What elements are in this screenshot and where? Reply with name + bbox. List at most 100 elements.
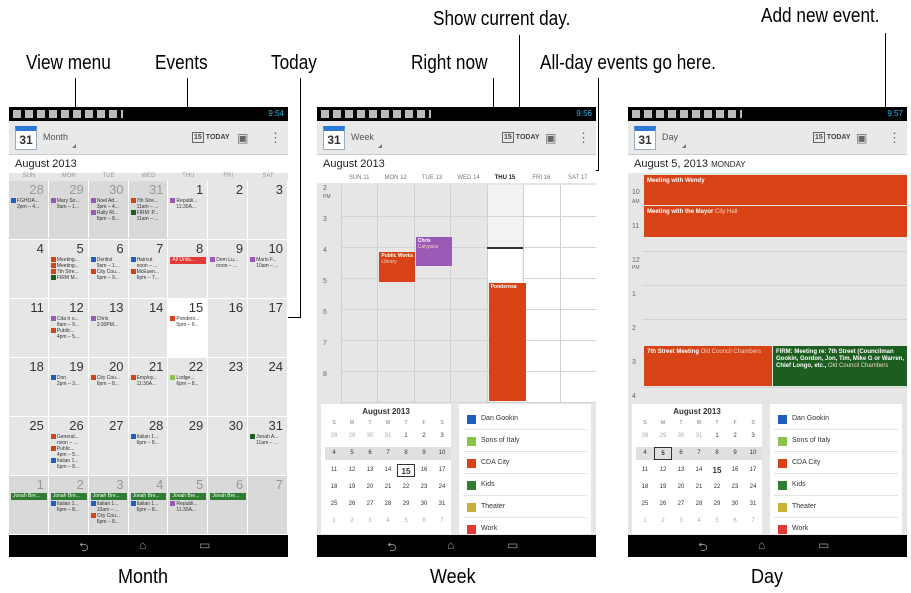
week-day-header[interactable]: SAT 17 — [560, 173, 596, 183]
mini-day[interactable]: 15 — [708, 464, 726, 477]
mini-day[interactable]: 3 — [361, 515, 379, 528]
mini-day[interactable]: 9 — [415, 447, 433, 460]
calendar-app-icon[interactable]: 31 — [634, 126, 656, 150]
mini-day[interactable]: 6 — [361, 447, 379, 460]
mini-day[interactable]: 5 — [397, 515, 415, 528]
mini-day[interactable]: 13 — [672, 464, 690, 477]
mini-day[interactable]: 1 — [325, 515, 343, 528]
day-cell[interactable]: 21 Employ... 11:30A... — [128, 358, 169, 417]
day-cell[interactable]: 6 Dentist 9am – 1... City Cou... 6pm – 9... — [88, 240, 129, 299]
mini-day[interactable]: 7 — [379, 447, 397, 460]
day-cell[interactable]: 31 Jonah A... 11am – ... — [248, 417, 288, 476]
day-cell[interactable]: 28 Italian 1... 6pm – 8... — [128, 417, 169, 476]
day-cell[interactable]: 15 Pondero... 5pm – 9... — [168, 299, 209, 358]
mini-day[interactable]: 19 — [654, 481, 672, 494]
day-column[interactable] — [413, 185, 451, 402]
mini-day[interactable]: 18 — [325, 481, 343, 494]
day-cell[interactable]: 14 — [128, 299, 169, 358]
mini-day[interactable]: 14 — [690, 464, 708, 477]
week-day-header[interactable]: FRI 16 — [523, 173, 559, 183]
mini-day[interactable]: 30 — [415, 498, 433, 511]
mini-day[interactable]: 30 — [726, 498, 744, 511]
week-event[interactable]: Ponderosa — [488, 283, 526, 401]
week-day-header[interactable]: TUE 13 — [414, 173, 450, 183]
home-icon[interactable]: ⌂ — [447, 538, 454, 552]
day-cell[interactable]: 26 General... noon – ... Public... 4pm – 5..… — [48, 417, 89, 476]
day-cell[interactable]: 3 — [248, 181, 288, 240]
day-cell[interactable]: 24 — [248, 358, 288, 417]
day-cell[interactable]: 5 Meeting... Meeting... 7th Stre... FIRM M..… — [48, 240, 89, 299]
day-cell[interactable]: 29 — [168, 417, 209, 476]
mini-day[interactable]: 14 — [379, 464, 397, 477]
mini-day[interactable]: 27 — [672, 498, 690, 511]
day-cell[interactable]: 3 Jonah Bre... Italian 1... 10am – ... City … — [88, 476, 129, 535]
day-cell[interactable]: 23 — [208, 358, 249, 417]
mini-day[interactable]: 6 — [672, 447, 690, 460]
mini-day[interactable]: 19 — [343, 481, 361, 494]
mini-day[interactable]: 9 — [726, 447, 744, 460]
calendar-item[interactable]: Kids — [774, 474, 898, 496]
mini-day[interactable]: 17 — [744, 464, 762, 477]
day-column[interactable] — [523, 185, 560, 402]
recents-icon[interactable]: ▭ — [199, 538, 210, 552]
calendar-item[interactable]: Dan Gookin — [463, 408, 587, 430]
mini-day[interactable]: 24 — [433, 481, 451, 494]
day-event[interactable]: Meeting with the Mayor City Hall — [644, 206, 907, 237]
day-cell[interactable]: 9 Dem Lu... noon – ... — [208, 240, 249, 299]
back-icon[interactable]: ⮌ — [387, 538, 397, 557]
calendar-item[interactable]: Theater — [774, 496, 898, 518]
day-cell[interactable]: 4 — [9, 240, 49, 299]
mini-day[interactable]: 4 — [636, 447, 654, 460]
back-icon[interactable]: ⮌ — [698, 538, 708, 557]
day-event[interactable]: FIRM: Meeting re: 7th Street (Councilman… — [773, 346, 907, 386]
event-bar[interactable]: Jonah Bre... — [50, 493, 87, 500]
mini-day[interactable]: 3 — [672, 515, 690, 528]
view-menu-dropdown[interactable]: Day — [662, 132, 687, 148]
recents-icon[interactable]: ▭ — [507, 538, 518, 552]
day-cell[interactable]: 6 Jonah Bre... — [208, 476, 249, 535]
mini-day[interactable]: 2 — [726, 430, 744, 443]
add-event-icon[interactable]: ▣ — [545, 131, 556, 145]
add-event-icon[interactable]: ▣ — [237, 131, 248, 145]
mini-day[interactable]: 28 — [325, 430, 343, 443]
mini-day[interactable]: 2 — [343, 515, 361, 528]
day-event[interactable]: Meeting with Wendy — [644, 175, 907, 205]
overflow-menu-icon[interactable]: ⋮ — [269, 130, 282, 146]
overflow-menu-icon[interactable]: ⋮ — [577, 130, 590, 146]
day-column[interactable] — [377, 185, 414, 402]
day-cell[interactable]: 11 — [9, 299, 49, 358]
day-cell[interactable]: 12 Cda tr o... 8am – 9... Public... 4pm – 5.… — [48, 299, 89, 358]
mini-day[interactable]: 8 — [708, 447, 726, 460]
mini-day[interactable]: 17 — [433, 464, 451, 477]
mini-day[interactable]: 25 — [325, 498, 343, 511]
event-bar[interactable]: Jonah Bre... — [130, 493, 167, 500]
day-cell[interactable]: 19 Don 2pm – 3... — [48, 358, 89, 417]
mini-day[interactable]: 26 — [343, 498, 361, 511]
event-bar[interactable]: Jonah Bre... — [170, 493, 207, 500]
mini-day[interactable]: 5 — [343, 447, 361, 460]
mini-day[interactable]: 6 — [726, 515, 744, 528]
mini-day[interactable]: 29 — [343, 430, 361, 443]
day-cell[interactable]: 2 Jonah Bre... Italian 1... 6pm – 8... — [48, 476, 89, 535]
mini-day[interactable]: 11 — [325, 464, 343, 477]
day-cell[interactable]: 25 — [9, 417, 49, 476]
mini-day[interactable]: 6 — [415, 515, 433, 528]
day-cell[interactable]: 7 Haircut noon – ... McEuen... 6pm – 7... — [128, 240, 169, 299]
calendar-item[interactable]: Kids — [463, 474, 587, 496]
mini-day[interactable]: 26 — [654, 498, 672, 511]
mini-day[interactable]: 10 — [744, 447, 762, 460]
view-menu-dropdown[interactable]: Month — [43, 132, 77, 148]
home-icon[interactable]: ⌂ — [758, 538, 765, 552]
mini-day[interactable]: 31 — [433, 498, 451, 511]
mini-day[interactable]: 24 — [744, 481, 762, 494]
mini-day[interactable]: 12 — [343, 464, 361, 477]
day-cell[interactable]: 8 All Units... — [168, 240, 209, 299]
mini-day[interactable]: 8 — [397, 447, 415, 460]
mini-day[interactable]: 20 — [672, 481, 690, 494]
mini-day[interactable]: 31 — [379, 430, 397, 443]
today-button[interactable]: 15 TODAY — [502, 132, 540, 143]
mini-day[interactable]: 16 — [415, 464, 433, 477]
home-icon[interactable]: ⌂ — [139, 538, 146, 552]
day-cell[interactable]: 17 — [248, 299, 288, 358]
day-cell[interactable]: 16 — [208, 299, 249, 358]
